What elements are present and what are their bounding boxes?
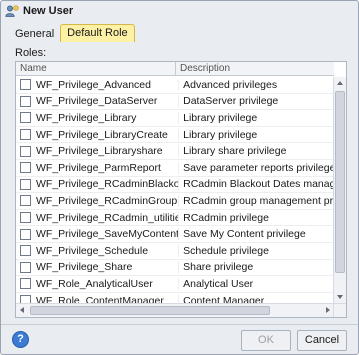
dialog-title: New User xyxy=(23,5,74,17)
role-name: WF_Privilege_RCadmin_utilities xyxy=(36,211,179,224)
role-name: WF_Role_ContentManager xyxy=(36,294,164,303)
role-name: WF_Privilege_RCadminGroup xyxy=(36,194,178,207)
table-row[interactable]: WF_Privilege_LibraryCreate Library privil… xyxy=(16,127,334,144)
table-row[interactable]: WF_Privilege_RCadminGroup RCadmin group m… xyxy=(16,193,334,210)
role-name: WF_Privilege_Advanced xyxy=(36,78,151,91)
scroll-right-arrow-icon[interactable] xyxy=(326,307,330,313)
role-checkbox[interactable] xyxy=(20,195,31,207)
table-row[interactable]: WF_Privilege_Advanced Advanced privileges xyxy=(16,77,334,94)
role-description: Save My Content privilege xyxy=(178,228,334,241)
ok-button[interactable]: OK xyxy=(241,330,291,351)
role-name: WF_Privilege_DataServer xyxy=(36,95,158,108)
role-description: Share privilege xyxy=(178,261,334,274)
grid-header: Name Description xyxy=(16,62,334,76)
role-name: WF_Privilege_RCadminBlackoutDates xyxy=(36,178,178,191)
role-name: WF_Role_AnalyticalUser xyxy=(36,277,153,290)
role-checkbox[interactable] xyxy=(20,178,31,190)
dialog-footer: ? OK Cancel xyxy=(1,324,358,354)
table-row[interactable]: WF_Role_AnalyticalUser Analytical User xyxy=(16,276,334,293)
vertical-scrollbar[interactable] xyxy=(333,77,346,303)
help-icon[interactable]: ? xyxy=(12,331,29,348)
scrollbar-corner xyxy=(333,303,346,317)
table-row[interactable]: WF_Privilege_SaveMyContent Save My Conten… xyxy=(16,226,334,243)
role-checkbox[interactable] xyxy=(20,228,31,240)
tab-bar: General Default Role xyxy=(9,24,135,42)
table-row[interactable]: WF_Role_ContentManager Content Manager xyxy=(16,293,334,303)
role-description: Analytical User xyxy=(178,277,334,290)
role-checkbox[interactable] xyxy=(20,145,31,157)
tab-general[interactable]: General xyxy=(9,26,60,42)
role-description: RCadmin Blackout Dates management privil… xyxy=(178,178,334,191)
role-name: WF_Privilege_Share xyxy=(36,261,133,274)
role-description: RCadmin group management privilege xyxy=(178,194,334,207)
role-name: WF_Privilege_Schedule xyxy=(36,244,149,257)
role-checkbox[interactable] xyxy=(20,261,31,273)
role-name: WF_Privilege_SaveMyContent xyxy=(36,228,179,241)
table-row[interactable]: WF_Privilege_Schedule Schedule privilege xyxy=(16,243,334,260)
role-description: Library privilege xyxy=(178,111,334,124)
role-description: Library share privilege xyxy=(178,145,334,158)
role-description: Library privilege xyxy=(178,128,334,141)
column-header-description[interactable]: Description xyxy=(176,62,334,76)
roles-label: Roles: xyxy=(15,47,47,59)
new-user-dialog: New User General Default Role Roles: Nam… xyxy=(0,0,359,355)
role-checkbox[interactable] xyxy=(20,112,31,124)
role-description: Schedule privilege xyxy=(178,244,334,257)
role-name: WF_Privilege_Libraryshare xyxy=(36,145,163,158)
role-description: DataServer privilege xyxy=(178,95,334,108)
role-checkbox[interactable] xyxy=(20,162,31,174)
vertical-scroll-thumb[interactable] xyxy=(335,91,345,273)
role-checkbox[interactable] xyxy=(20,278,31,290)
scroll-left-arrow-icon[interactable] xyxy=(20,307,24,313)
column-header-name[interactable]: Name xyxy=(16,62,176,76)
role-checkbox[interactable] xyxy=(20,129,31,141)
cancel-button[interactable]: Cancel xyxy=(297,330,347,351)
role-description: Advanced privileges xyxy=(178,78,334,91)
table-row[interactable]: WF_Privilege_RCadmin_utilities RCadmin pr… xyxy=(16,210,334,227)
roles-grid: Name Description WF_Privilege_Advanced Ad… xyxy=(15,61,347,318)
role-name: WF_Privilege_LibraryCreate xyxy=(36,128,168,141)
title-bar: New User xyxy=(1,1,358,21)
role-checkbox[interactable] xyxy=(20,212,31,224)
horizontal-scrollbar[interactable] xyxy=(16,303,334,317)
table-row[interactable]: WF_Privilege_Library Library privilege xyxy=(16,110,334,127)
role-checkbox[interactable] xyxy=(20,79,31,91)
table-row[interactable]: WF_Privilege_Libraryshare Library share p… xyxy=(16,143,334,160)
scroll-down-arrow-icon[interactable] xyxy=(337,295,343,299)
role-checkbox[interactable] xyxy=(20,95,31,107)
role-checkbox[interactable] xyxy=(20,295,31,303)
scroll-up-arrow-icon[interactable] xyxy=(337,81,343,85)
horizontal-scroll-thumb[interactable] xyxy=(30,306,270,315)
role-description: RCadmin privilege xyxy=(178,211,334,224)
role-description: Save parameter reports privilege xyxy=(178,161,334,174)
table-row[interactable]: WF_Privilege_ParmReport Save parameter re… xyxy=(16,160,334,177)
role-name: WF_Privilege_Library xyxy=(36,111,137,124)
user-icon xyxy=(5,5,19,17)
tab-default-role[interactable]: Default Role xyxy=(60,24,135,42)
role-checkbox[interactable] xyxy=(20,245,31,257)
table-row[interactable]: WF_Privilege_Share Share privilege xyxy=(16,260,334,277)
role-name: WF_Privilege_ParmReport xyxy=(36,161,161,174)
table-row[interactable]: WF_Privilege_DataServer DataServer privil… xyxy=(16,94,334,111)
grid-rows: WF_Privilege_Advanced Advanced privileges… xyxy=(16,77,334,303)
table-row[interactable]: WF_Privilege_RCadminBlackoutDatesRCadmin… xyxy=(16,177,334,194)
role-description: Content Manager xyxy=(178,294,334,303)
